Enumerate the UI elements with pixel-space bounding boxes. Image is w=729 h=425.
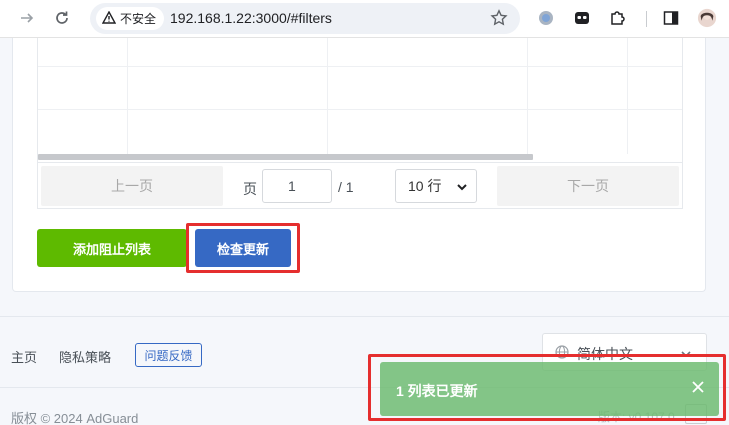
- url-text[interactable]: 192.168.1.22:3000/#filters: [170, 10, 332, 26]
- page-label: 页: [243, 181, 257, 197]
- reload-icon[interactable]: [52, 8, 72, 28]
- table-column-divider: [527, 38, 528, 154]
- extension-mask-icon[interactable]: [572, 8, 592, 28]
- highlight-box: [186, 223, 300, 273]
- page-number-input[interactable]: [262, 169, 332, 203]
- avatar[interactable]: [697, 8, 717, 28]
- sidebar-icon[interactable]: [661, 8, 681, 28]
- footer-link-privacy[interactable]: 隐私策略: [59, 347, 111, 366]
- browser-toolbar: 不安全 192.168.1.22:3000/#filters: [0, 0, 729, 38]
- rows-per-page-value: 10 行: [408, 178, 442, 194]
- star-icon[interactable]: [490, 9, 508, 32]
- extension-puzzle-icon[interactable]: [608, 8, 628, 28]
- prev-page-button[interactable]: 上一页: [41, 166, 223, 206]
- chevron-down-icon: [456, 180, 468, 196]
- security-chip[interactable]: 不安全: [96, 7, 165, 30]
- forward-icon[interactable]: [17, 8, 37, 28]
- horizontal-scrollbar[interactable]: [38, 154, 533, 160]
- filters-card: 上一页 页 / 1 10 行 下一页 添加阻止列表 检查更新: [12, 38, 706, 292]
- highlight-box: [368, 354, 726, 421]
- table-column-divider: [127, 38, 128, 154]
- table-column-divider: [327, 38, 328, 154]
- feedback-button[interactable]: 问题反馈: [135, 343, 202, 367]
- warning-icon: [101, 10, 117, 27]
- table-row-divider: [38, 109, 682, 110]
- copyright-text: 版权 © 2024 AdGuard: [11, 411, 139, 425]
- extension-circle-icon[interactable]: [536, 8, 556, 28]
- rows-per-page-select[interactable]: 10 行: [395, 169, 477, 203]
- page-total: / 1: [338, 179, 354, 195]
- filters-table: 上一页 页 / 1 10 行 下一页: [37, 38, 683, 209]
- pagination: 上一页 页 / 1 10 行 下一页: [38, 162, 682, 208]
- toolbar-divider: [646, 11, 647, 27]
- next-page-button[interactable]: 下一页: [497, 166, 679, 206]
- table-row-divider: [38, 66, 682, 67]
- address-bar[interactable]: 不安全 192.168.1.22:3000/#filters: [90, 3, 520, 34]
- footer-link-home[interactable]: 主页: [11, 347, 37, 366]
- security-label: 不安全: [120, 12, 157, 26]
- table-column-divider: [627, 38, 628, 154]
- add-blocklist-button[interactable]: 添加阻止列表: [37, 229, 187, 267]
